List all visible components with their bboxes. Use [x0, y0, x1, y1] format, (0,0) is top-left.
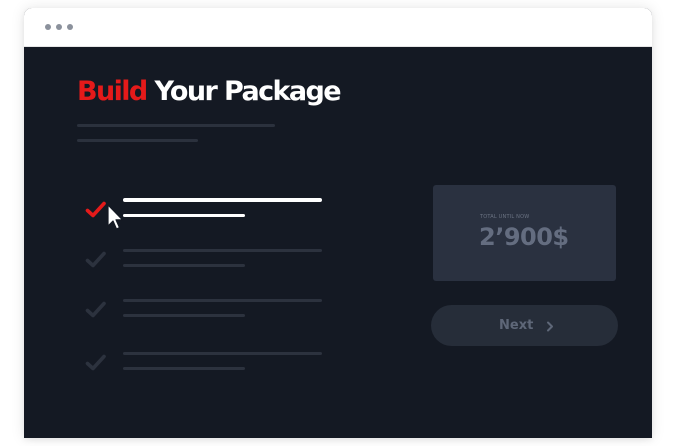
subtitle-placeholder-line	[77, 139, 198, 142]
window-controls	[45, 24, 73, 30]
option-subtitle-placeholder	[123, 367, 245, 370]
page-title-rest: Your Package	[154, 76, 341, 107]
check-icon	[84, 198, 108, 222]
page-title: Build Your Package	[77, 76, 342, 108]
package-option-4[interactable]	[84, 351, 324, 375]
chevron-right-icon	[546, 320, 554, 332]
option-title-placeholder	[123, 299, 322, 302]
window-dot[interactable]	[45, 24, 51, 30]
option-subtitle-placeholder	[123, 264, 245, 267]
total-value: 2’900$	[479, 223, 569, 251]
next-button-label: Next	[499, 318, 534, 333]
total-summary-card: TOTAL UNTIL NOW 2’900$	[433, 185, 616, 281]
check-icon	[84, 351, 108, 375]
option-title-placeholder	[123, 198, 322, 202]
page-content: Build Your Package TOTAL UNTIL NOW 2’900…	[24, 46, 652, 438]
window-titlebar	[24, 8, 652, 47]
check-icon	[84, 248, 108, 272]
option-title-placeholder	[123, 249, 322, 252]
total-label: TOTAL UNTIL NOW	[480, 214, 530, 220]
option-title-placeholder	[123, 352, 322, 355]
mouse-pointer-icon	[106, 204, 124, 232]
window-dot[interactable]	[56, 24, 62, 30]
package-option-3[interactable]	[84, 298, 324, 322]
browser-window: Build Your Package TOTAL UNTIL NOW 2’900…	[24, 8, 652, 438]
option-subtitle-placeholder	[123, 314, 245, 317]
subtitle-placeholder-line	[77, 124, 275, 127]
window-dot[interactable]	[67, 24, 73, 30]
check-icon	[84, 298, 108, 322]
page-title-accent: Build	[77, 76, 148, 107]
package-option-2[interactable]	[84, 248, 324, 272]
next-button[interactable]: Next	[431, 305, 618, 346]
option-subtitle-placeholder	[123, 214, 245, 217]
